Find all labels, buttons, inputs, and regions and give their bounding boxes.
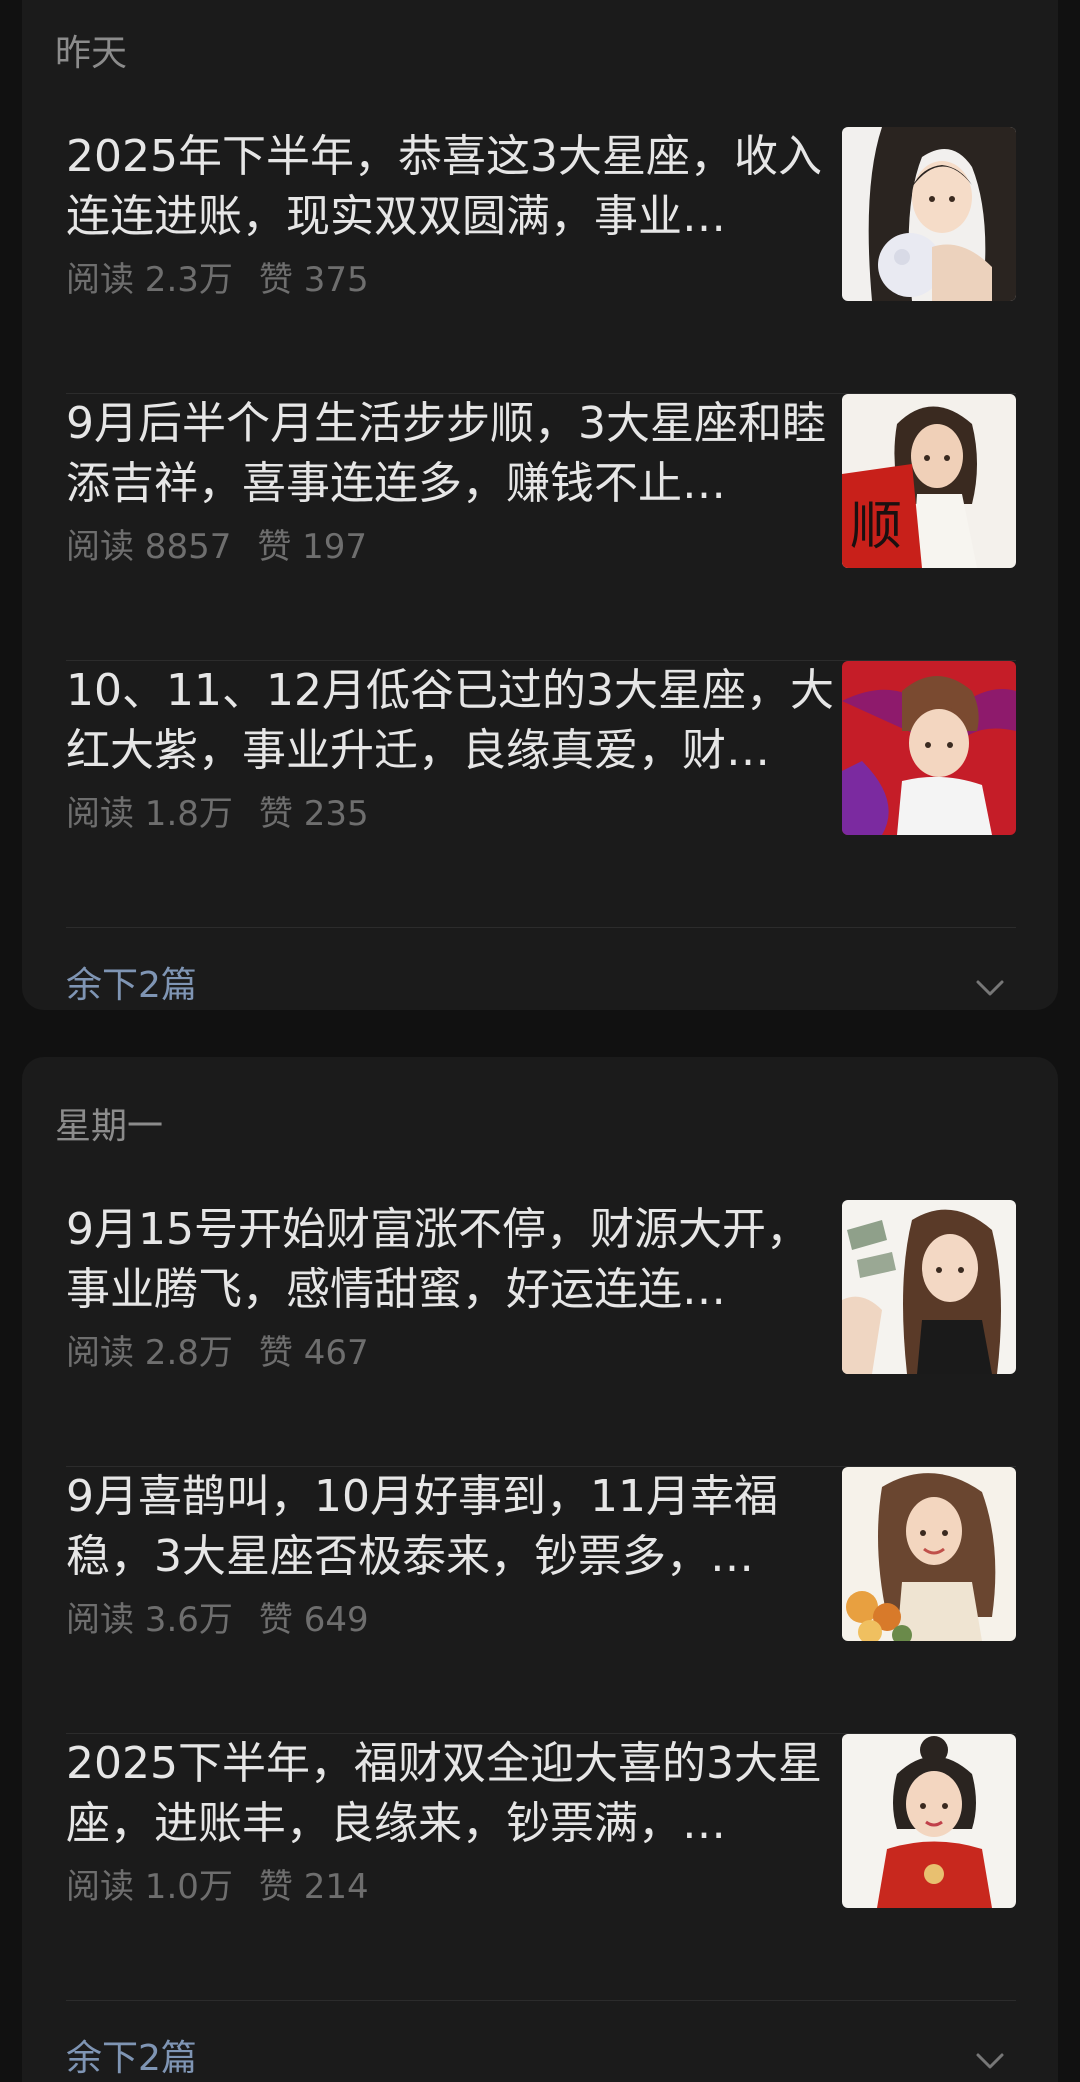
- show-more-row[interactable]: 余下2篇: [22, 2001, 1058, 2082]
- article-title: 9月15号开始财富涨不停，财源大开，事业腾飞，感情甜蜜，好运连连…: [66, 1204, 810, 1315]
- article-stats: 阅读 1.8万赞 235: [66, 794, 369, 834]
- article-item[interactable]: 9月15号开始财富涨不停，财源大开，事业腾飞，感情甜蜜，好运连连… 阅读 2.8…: [22, 1200, 1058, 1467]
- like-count: 赞 197: [257, 527, 368, 567]
- read-count: 阅读 2.3万: [66, 260, 233, 300]
- like-count: 赞 649: [258, 1600, 369, 1640]
- girl-holding-money-thumbnail[interactable]: [842, 1200, 1016, 1374]
- read-count: 阅读 1.0万: [66, 1867, 233, 1907]
- read-count: 阅读 1.8万: [66, 794, 233, 834]
- article-item[interactable]: 2025年下半年，恭喜这3大星座，收入连连进账，现实双双圆满，事业… 阅读 2.…: [22, 127, 1058, 394]
- article-stats: 阅读 2.8万赞 467: [66, 1333, 369, 1373]
- article-title: 2025下半年，福财双全迎大喜的3大星座，进账丰，良缘来，钞票满，…: [66, 1738, 822, 1849]
- read-count: 阅读 8857: [66, 527, 232, 567]
- like-count: 赞 467: [258, 1333, 369, 1373]
- scroll-glyph: 顺: [850, 497, 902, 557]
- chevron-down-icon: [976, 2053, 1004, 2069]
- article-item[interactable]: 10、11、12月低谷已过的3大星座，大红大紫，事业升迁，良缘真爱，财… 阅读 …: [22, 661, 1058, 928]
- girl-with-red-scroll-thumbnail[interactable]: 顺: [842, 394, 1016, 568]
- like-count: 赞 375: [258, 260, 369, 300]
- girl-in-red-qipao-thumbnail[interactable]: [842, 1734, 1016, 1908]
- show-more-row[interactable]: 余下2篇: [22, 928, 1058, 1048]
- article-stats: 阅读 3.6万赞 649: [66, 1600, 369, 1640]
- feed-page: 昨天 2025年下半年，恭喜这3大星座，收入连连进账，现实双双圆满，事业… 阅读…: [0, 0, 1080, 2082]
- section-date-label: 星期一: [55, 1106, 164, 1147]
- show-more-label: 余下2篇: [66, 965, 197, 1006]
- article-title: 9月后半个月生活步步顺，3大星座和睦添吉祥，喜事连连多，赚钱不止…: [66, 398, 826, 509]
- article-title: 2025年下半年，恭喜这3大星座，收入连连进账，现实双双圆满，事业…: [66, 131, 822, 242]
- article-stats: 阅读 8857 赞 197: [66, 527, 367, 567]
- boy-with-ribbon-thumbnail[interactable]: [842, 661, 1016, 835]
- date-group-card: 星期一 9月15号开始财富涨不停，财源大开，事业腾飞，感情甜蜜，好运连连… 阅读…: [22, 1057, 1058, 2082]
- chevron-down-icon: [976, 980, 1004, 996]
- read-count: 阅读 2.8万: [66, 1333, 233, 1373]
- girl-with-flowers-thumbnail[interactable]: [842, 1467, 1016, 1641]
- article-stats: 阅读 2.3万赞 375: [66, 260, 369, 300]
- date-group-card: 昨天 2025年下半年，恭喜这3大星座，收入连连进账，现实双双圆满，事业… 阅读…: [22, 0, 1058, 1010]
- article-item[interactable]: 9月喜鹊叫，10月好事到，11月幸福稳，3大星座否极泰来，钞票多，… 阅读 3.…: [22, 1467, 1058, 1734]
- girl-holding-moon-thumbnail[interactable]: [842, 127, 1016, 301]
- article-item[interactable]: 2025下半年，福财双全迎大喜的3大星座，进账丰，良缘来，钞票满，… 阅读 1.…: [22, 1734, 1058, 2001]
- section-date-label: 昨天: [55, 33, 128, 74]
- article-title: 9月喜鹊叫，10月好事到，11月幸福稳，3大星座否极泰来，钞票多，…: [66, 1471, 778, 1582]
- article-title: 10、11、12月低谷已过的3大星座，大红大紫，事业升迁，良缘真爱，财…: [66, 665, 834, 776]
- show-more-label: 余下2篇: [66, 2038, 197, 2079]
- like-count: 赞 235: [258, 794, 369, 834]
- article-item[interactable]: 9月后半个月生活步步顺，3大星座和睦添吉祥，喜事连连多，赚钱不止… 阅读 885…: [22, 394, 1058, 661]
- like-count: 赞 214: [258, 1867, 369, 1907]
- read-count: 阅读 3.6万: [66, 1600, 233, 1640]
- article-stats: 阅读 1.0万赞 214: [66, 1867, 369, 1907]
